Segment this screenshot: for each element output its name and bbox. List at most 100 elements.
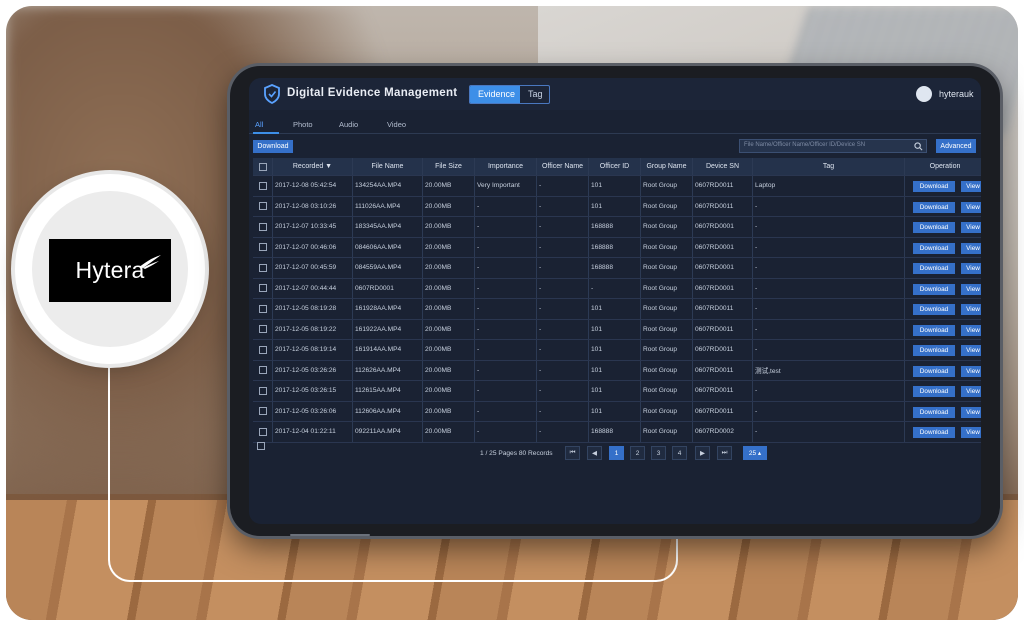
cell-tag: - [753,401,905,421]
row-select-cell [253,278,273,298]
row-view-button[interactable]: View [961,386,981,397]
avatar[interactable] [916,86,932,102]
cell-officer-id: 101 [589,176,641,196]
row-checkbox[interactable] [258,181,267,190]
cell-device-sn: 0607RD0001 [693,237,753,257]
row-view-button[interactable]: View [961,406,981,418]
cell-operation: Download View [905,361,981,381]
row-download-button[interactable]: Download [913,427,955,438]
row-checkbox[interactable] [258,427,267,436]
user-name[interactable]: hyterauk [939,89,974,99]
table-row[interactable]: 2017-12-05 03:26:26 112626AA.MP4 20.00MB - -… [253,360,981,381]
row-checkbox[interactable] [258,407,267,416]
row-checkbox[interactable] [258,325,267,334]
cell-group-name: Root Group [641,401,693,421]
table-row[interactable]: 2017-12-05 03:26:06 112606AA.MP4 20.00MB - -… [253,401,981,422]
table-row[interactable]: 2017-12-08 05:42:54 134254AA.MP4 20.00MB Ve… [253,176,981,197]
last-page-button[interactable]: ⏭ [717,446,732,460]
col-recorded[interactable]: Recorded ▼ [273,158,353,175]
toggle-evidence[interactable]: Evidence [470,86,520,103]
row-checkbox[interactable] [258,366,267,375]
row-checkbox[interactable] [258,284,267,293]
cell-officer-id: 101 [589,340,641,360]
first-page-button[interactable]: ⏮ [565,446,580,460]
table-row[interactable]: 2017-12-07 00:45:59 084559AA.MP4 20.00MB - -… [253,258,981,279]
page-size-select[interactable]: 25 ▴ [743,446,767,460]
advanced-search-button[interactable]: Advanced [936,139,976,153]
toggle-tag[interactable]: Tag [520,86,549,103]
row-view-button[interactable]: View [961,181,981,192]
row-select-cell [253,381,273,401]
evidence-table: Recorded ▼ File Name File Size Importanc… [253,158,981,443]
row-download-button[interactable]: Download [913,345,955,356]
row-view-button[interactable]: View [961,304,981,315]
search-icon[interactable] [914,142,923,151]
table-row[interactable]: 2017-12-05 08:19:22 161922AA.MP4 20.00MB - -… [253,319,981,340]
page-1-button[interactable]: 1 [609,446,624,460]
table-row[interactable]: 2017-12-05 03:26:15 112615AA.MP4 20.00MB - -… [253,381,981,402]
table-row[interactable]: 2017-12-07 00:46:06 084606AA.MP4 20.00MB - -… [253,237,981,258]
row-checkbox[interactable] [258,304,267,313]
row-view-button[interactable]: View [961,242,981,254]
col-operation: Operation [929,163,961,170]
cell-officer-name: - [537,299,589,319]
row-checkbox[interactable] [258,345,267,354]
row-checkbox[interactable] [258,202,267,211]
cell-recorded: 2017-12-05 08:19:28 [273,299,353,319]
row-view-button[interactable]: View [961,283,981,295]
next-page-button[interactable]: ▶ [695,446,710,460]
page-select-checkbox[interactable] [257,442,265,450]
page-4-button[interactable]: 4 [672,446,687,460]
prev-page-button[interactable]: ◀ [587,446,602,460]
download-button[interactable]: Download [253,140,293,153]
table-row[interactable]: 2017-12-05 08:19:14 161914AA.MP4 20.00MB - -… [253,340,981,361]
cell-recorded: 2017-12-07 00:44:44 [273,278,353,298]
row-download-button[interactable]: Download [913,201,955,213]
row-download-button[interactable]: Download [913,365,955,377]
row-view-button[interactable]: View [961,263,981,274]
cell-group-name: Root Group [641,299,693,319]
row-download-button[interactable]: Download [913,222,955,233]
cell-tag: - [753,258,905,278]
row-download-button[interactable]: Download [913,181,955,192]
page-2-button[interactable]: 2 [630,446,645,460]
table-row[interactable]: 2017-12-07 10:33:45 183345AA.MP4 20.00MB - -… [253,217,981,238]
row-view-button[interactable]: View [961,345,981,356]
row-download-button[interactable]: Download [913,304,955,315]
tab-video[interactable]: Video [387,120,406,129]
row-download-button[interactable]: Download [913,283,955,295]
select-all-checkbox[interactable] [258,162,267,171]
row-checkbox[interactable] [258,243,267,252]
tab-photo[interactable]: Photo [293,120,313,129]
table-row[interactable]: 2017-12-04 01:22:11 092211AA.MP4 20.00MB - -… [253,422,981,443]
search-input[interactable]: File Name/Officer Name/Officer ID/Device… [739,139,927,153]
row-checkbox[interactable] [258,222,267,231]
row-view-button[interactable]: View [961,324,981,336]
cell-officer-id: 101 [589,381,641,401]
table-row[interactable]: 2017-12-08 03:10:26 111026AA.MP4 20.00MB - -… [253,196,981,217]
table-row[interactable]: 2017-12-07 00:44:44 0607RD0001 20.00MB - - - R… [253,278,981,299]
row-view-button[interactable]: View [961,201,981,213]
row-download-button[interactable]: Download [913,263,955,274]
row-view-button[interactable]: View [961,365,981,377]
row-select-cell [253,237,273,257]
table-row[interactable]: 2017-12-05 08:19:28 161928AA.MP4 20.00MB - -… [253,299,981,320]
row-download-button[interactable]: Download [913,242,955,254]
row-view-button[interactable]: View [961,427,981,438]
row-download-button[interactable]: Download [913,386,955,397]
cell-operation: Download View [905,381,981,401]
row-select-cell [253,299,273,319]
row-select-cell [253,176,273,196]
row-download-button[interactable]: Download [913,406,955,418]
cell-officer-name: - [537,422,589,442]
cell-file-size: 20.00MB [423,422,475,442]
row-checkbox[interactable] [258,386,267,395]
cell-recorded: 2017-12-08 05:42:54 [273,176,353,196]
row-view-button[interactable]: View [961,222,981,233]
page-3-button[interactable]: 3 [651,446,666,460]
tab-audio[interactable]: Audio [339,120,358,129]
tab-all[interactable]: All [255,120,263,129]
cell-group-name: Root Group [641,381,693,401]
row-download-button[interactable]: Download [913,324,955,336]
row-checkbox[interactable] [258,263,267,272]
